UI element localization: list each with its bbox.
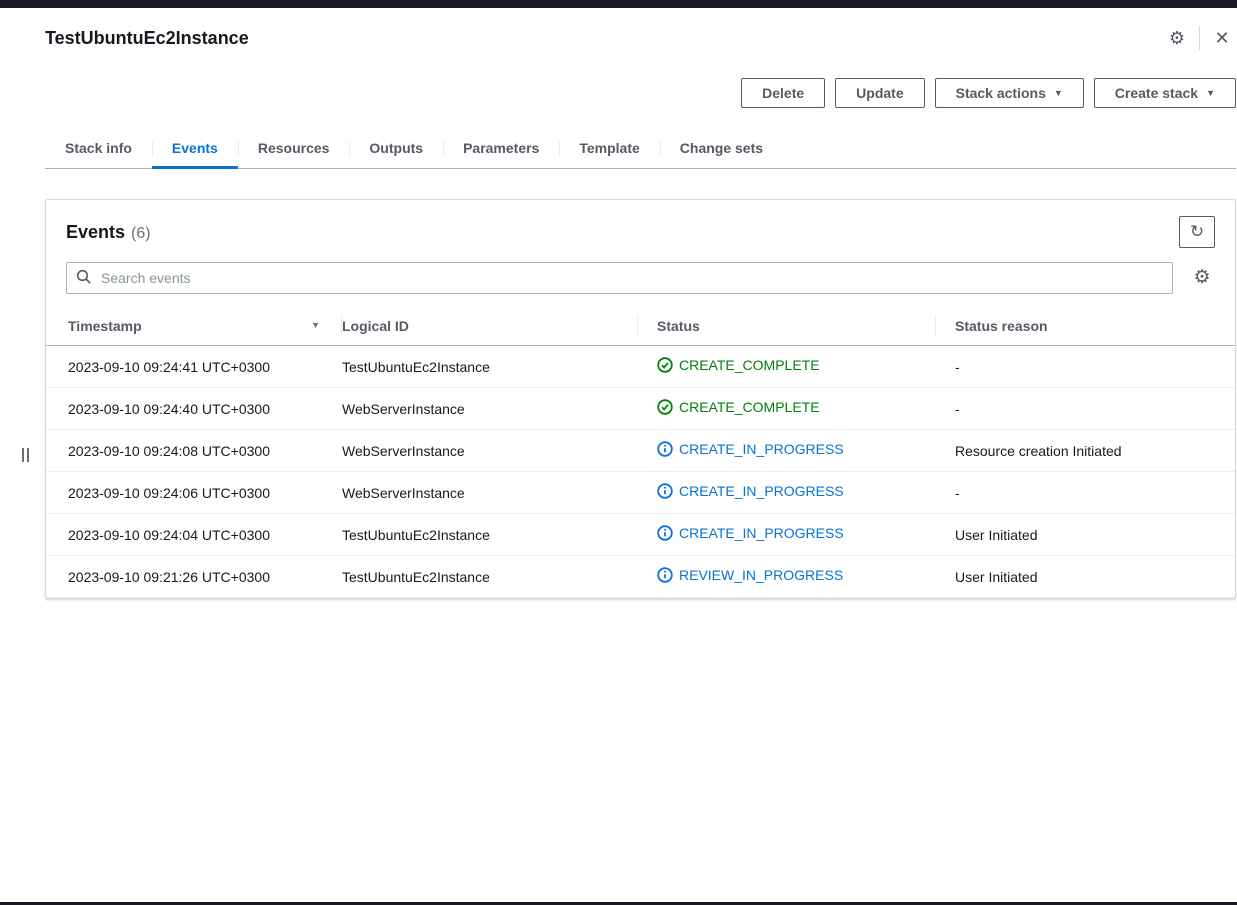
table-row: 2023-09-10 09:24:04 UTC+0300 TestUbuntuE… bbox=[46, 513, 1235, 556]
tab-outputs[interactable]: Outputs bbox=[349, 130, 443, 168]
info-icon[interactable] bbox=[657, 567, 673, 583]
logical-id-cell: WebServerInstance bbox=[342, 429, 638, 472]
status-text: CREATE_COMPLETE bbox=[679, 357, 820, 373]
events-card-header: Events (6) ↻ bbox=[46, 200, 1235, 260]
caret-down-icon: ▼ bbox=[1206, 87, 1215, 98]
search-events-input[interactable] bbox=[66, 262, 1173, 294]
status-text: CREATE_IN_PROGRESS bbox=[679, 483, 844, 499]
tab-resources[interactable]: Resources bbox=[237, 130, 350, 168]
tab-events[interactable]: Events bbox=[151, 130, 238, 169]
refresh-button[interactable]: ↻ bbox=[1179, 216, 1215, 248]
status-reason-cell: User Initiated bbox=[936, 513, 1235, 556]
column-header-timestamp[interactable]: Timestamp ▼ bbox=[46, 310, 342, 346]
status-text: CREATE_COMPLETE bbox=[679, 399, 820, 415]
stack-detail-tabs: Stack info Events Resources Outputs Para… bbox=[45, 130, 1236, 169]
info-icon[interactable] bbox=[657, 525, 673, 541]
column-header-logical-id: Logical ID bbox=[342, 310, 638, 346]
status-reason-cell: - bbox=[936, 387, 1235, 430]
tab-change-sets[interactable]: Change sets bbox=[659, 130, 783, 168]
status-badge: REVIEW_IN_PROGRESS bbox=[657, 567, 843, 583]
logical-id-cell: TestUbuntuEc2Instance bbox=[342, 513, 638, 556]
status-badge: CREATE_COMPLETE bbox=[657, 357, 820, 373]
timestamp-cell: 2023-09-10 09:21:26 UTC+0300 bbox=[46, 555, 342, 598]
settings-gear-icon[interactable]: ⚙ bbox=[1163, 24, 1191, 52]
status-reason-cell: - bbox=[936, 345, 1235, 388]
panel-header: TestUbuntuEc2Instance ⚙ ✕ bbox=[45, 22, 1236, 54]
delete-button[interactable]: Delete bbox=[741, 78, 826, 108]
timestamp-cell: 2023-09-10 09:24:04 UTC+0300 bbox=[46, 513, 342, 556]
status-reason-cell: - bbox=[936, 471, 1235, 514]
status-text: CREATE_IN_PROGRESS bbox=[679, 525, 844, 541]
events-title: Events bbox=[66, 221, 126, 242]
sort-desc-icon[interactable]: ▼ bbox=[311, 320, 320, 330]
table-row: 2023-09-10 09:24:06 UTC+0300 WebServerIn… bbox=[46, 471, 1235, 514]
page-title: TestUbuntuEc2Instance bbox=[45, 27, 249, 48]
logical-id-cell: TestUbuntuEc2Instance bbox=[342, 555, 638, 598]
status-reason-cell: User Initiated bbox=[936, 555, 1235, 598]
table-row: 2023-09-10 09:21:26 UTC+0300 TestUbuntuE… bbox=[46, 555, 1235, 598]
tab-template[interactable]: Template bbox=[559, 130, 659, 168]
table-row: 2023-09-10 09:24:08 UTC+0300 WebServerIn… bbox=[46, 429, 1235, 472]
stack-detail-panel: TestUbuntuEc2Instance ⚙ ✕ Delete Update … bbox=[45, 0, 1236, 599]
logical-id-cell: TestUbuntuEc2Instance bbox=[342, 345, 638, 388]
column-header-status-reason: Status reason bbox=[936, 310, 1235, 346]
success-check-icon[interactable] bbox=[657, 357, 673, 373]
logical-id-cell: WebServerInstance bbox=[342, 387, 638, 430]
status-reason-cell: Resource creation Initiated bbox=[936, 429, 1235, 472]
create-stack-dropdown[interactable]: Create stack ▼ bbox=[1093, 78, 1236, 108]
search-icon bbox=[76, 269, 92, 290]
status-text: CREATE_IN_PROGRESS bbox=[679, 441, 844, 457]
logical-id-cell: WebServerInstance bbox=[342, 471, 638, 514]
events-card: Events (6) ↻ ⚙ bbox=[45, 199, 1236, 599]
status-badge: CREATE_COMPLETE bbox=[657, 399, 820, 415]
status-badge: CREATE_IN_PROGRESS bbox=[657, 525, 844, 541]
status-badge: CREATE_IN_PROGRESS bbox=[657, 441, 844, 457]
split-panel-resize-handle[interactable] bbox=[18, 444, 33, 466]
table-row: 2023-09-10 09:24:41 UTC+0300 TestUbuntuE… bbox=[46, 345, 1235, 388]
table-preferences-gear-icon[interactable]: ⚙ bbox=[1189, 265, 1215, 291]
events-table: Timestamp ▼ Logical ID Status Status rea… bbox=[46, 310, 1235, 598]
timestamp-cell: 2023-09-10 09:24:41 UTC+0300 bbox=[46, 345, 342, 388]
update-button[interactable]: Update bbox=[835, 78, 925, 108]
timestamp-cell: 2023-09-10 09:24:40 UTC+0300 bbox=[46, 387, 342, 430]
table-header-row: Timestamp ▼ Logical ID Status Status rea… bbox=[46, 310, 1235, 346]
info-icon[interactable] bbox=[657, 483, 673, 499]
events-count: (6) bbox=[131, 224, 151, 242]
browser-top-bar bbox=[0, 0, 1237, 8]
status-text: REVIEW_IN_PROGRESS bbox=[679, 567, 844, 583]
header-divider bbox=[1199, 26, 1200, 50]
timestamp-cell: 2023-09-10 09:24:06 UTC+0300 bbox=[46, 471, 342, 514]
tab-stack-info[interactable]: Stack info bbox=[45, 130, 152, 168]
success-check-icon[interactable] bbox=[657, 399, 673, 415]
tab-parameters[interactable]: Parameters bbox=[443, 130, 559, 168]
caret-down-icon: ▼ bbox=[1053, 87, 1063, 98]
stack-actions-dropdown[interactable]: Stack actions ▼ bbox=[934, 78, 1084, 108]
events-search-row: ⚙ bbox=[46, 260, 1235, 310]
column-header-status: Status bbox=[638, 310, 936, 346]
status-badge: CREATE_IN_PROGRESS bbox=[657, 483, 844, 499]
close-icon[interactable]: ✕ bbox=[1208, 24, 1236, 52]
refresh-icon: ↻ bbox=[1189, 222, 1205, 241]
stack-actions-toolbar: Delete Update Stack actions ▼ Create sta… bbox=[45, 78, 1236, 108]
timestamp-cell: 2023-09-10 09:24:08 UTC+0300 bbox=[46, 429, 342, 472]
table-row: 2023-09-10 09:24:40 UTC+0300 WebServerIn… bbox=[46, 387, 1235, 430]
info-icon[interactable] bbox=[657, 441, 673, 457]
